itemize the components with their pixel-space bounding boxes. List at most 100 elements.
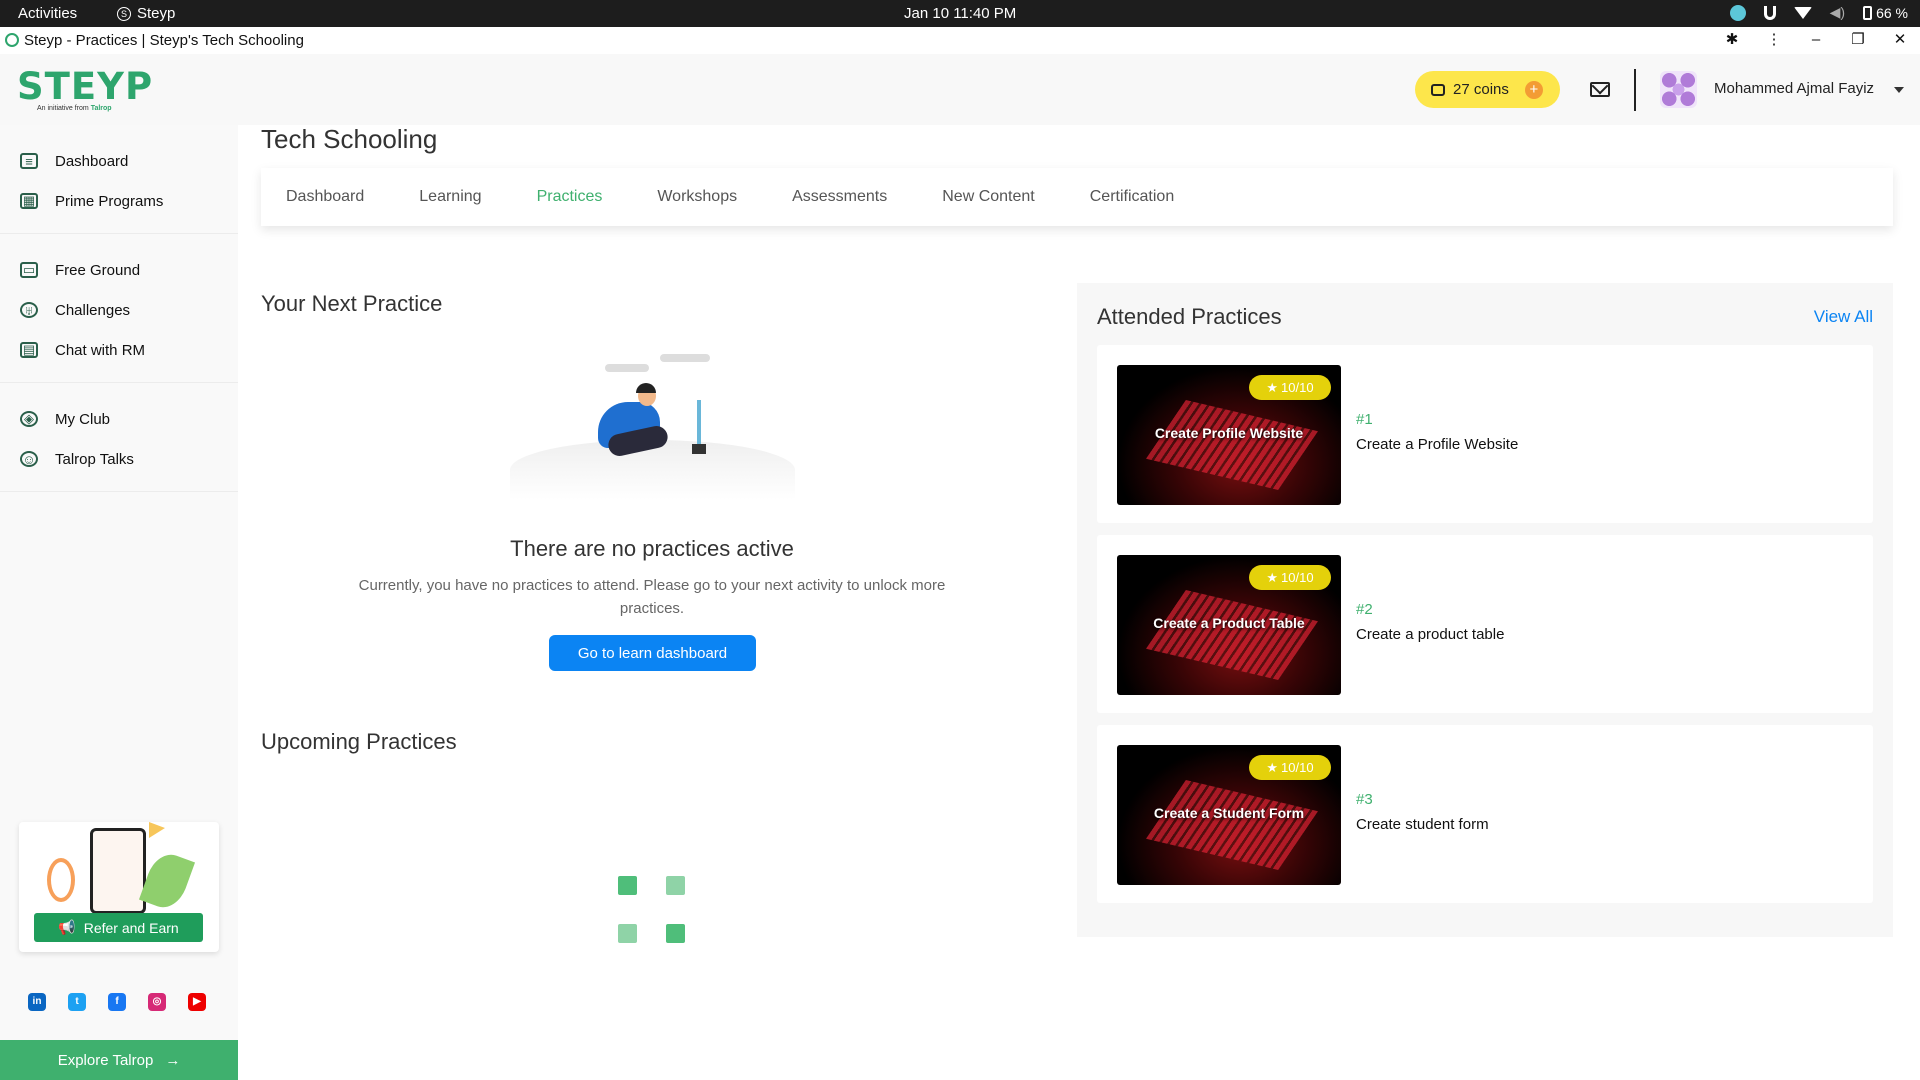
sidebar-item-my-club[interactable]: ◈ My Club: [0, 399, 238, 439]
app-name: Steyp: [137, 5, 176, 22]
wifi-icon[interactable]: [1793, 6, 1812, 19]
sidebar-item-challenges[interactable]: ♅ Challenges: [0, 290, 238, 330]
magnet-icon[interactable]: [1763, 5, 1776, 20]
rating-value: 10/10: [1281, 380, 1314, 395]
header-divider: [1634, 69, 1636, 111]
coins-icon: [1431, 83, 1445, 96]
keyboard-graphic: [1145, 590, 1319, 680]
battery-indicator[interactable]: 66 %: [1863, 5, 1908, 21]
refer-card[interactable]: 📢 Refer and Earn: [19, 822, 219, 952]
thumbnail-label: Create a Product Table: [1153, 615, 1305, 631]
practice-name[interactable]: Create a product table: [1356, 626, 1504, 643]
tab-new-content[interactable]: New Content: [942, 188, 1035, 206]
tabs-bar: Dashboard Learning Practices Workshops A…: [261, 168, 1893, 226]
app-header: STEYP An initiative from Talrop 27 coins…: [0, 54, 1920, 125]
sidebar-item-label: Dashboard: [55, 152, 129, 170]
system-tray[interactable]: ◀) 66 %: [1729, 4, 1908, 21]
explore-label: Explore Talrop: [57, 1051, 154, 1069]
dashboard-icon: ≡: [20, 153, 38, 169]
plant-illustration: [138, 848, 196, 914]
sidebar-item-label: Talrop Talks: [55, 450, 134, 468]
mail-icon[interactable]: [1590, 82, 1610, 97]
calendar-icon: ▦: [20, 193, 38, 209]
sidebar-item-label: My Club: [55, 410, 111, 428]
sidebar-item-prime-programs[interactable]: ▦ Prime Programs: [0, 181, 238, 221]
tab-learning[interactable]: Learning: [419, 188, 481, 206]
practice-card[interactable]: Create a Student Form ★ 10/10 #3 Create …: [1097, 725, 1873, 903]
explore-talrop-button[interactable]: Explore Talrop →: [0, 1040, 238, 1080]
extensions-icon[interactable]: ✱: [1722, 30, 1742, 48]
youtube-icon[interactable]: ▶: [188, 993, 206, 1011]
practice-number: #1: [1356, 411, 1373, 428]
volume-icon[interactable]: ◀): [1830, 4, 1845, 21]
sidebar-item-talrop-talks[interactable]: ☺ Talrop Talks: [0, 439, 238, 479]
arrow-right-icon: →: [165, 1051, 181, 1069]
cloud-shape: [660, 354, 710, 362]
go-to-learn-dashboard-button[interactable]: Go to learn dashboard: [549, 635, 756, 671]
coins-count: 27 coins: [1453, 81, 1509, 98]
facebook-icon[interactable]: f: [108, 993, 126, 1011]
empty-state-heading: There are no practices active: [510, 536, 794, 561]
rating-value: 10/10: [1281, 570, 1314, 585]
upcoming-practices-heading: Upcoming Practices: [261, 729, 457, 754]
tagline-prefix: An initiative from: [37, 105, 89, 112]
tab-practices[interactable]: Practices: [537, 188, 603, 206]
sidebar-item-label: Free Ground: [55, 261, 141, 279]
linkedin-icon[interactable]: in: [28, 993, 46, 1011]
coins-button[interactable]: 27 coins +: [1415, 71, 1560, 108]
sidebar: ≡ Dashboard ▦ Prime Programs ▭ Free Grou…: [0, 125, 238, 1080]
minimize-button[interactable]: –: [1806, 31, 1826, 48]
user-name[interactable]: Mohammed Ajmal Fayiz: [1714, 80, 1874, 97]
window-title: Steyp - Practices | Steyp's Tech Schooli…: [24, 32, 304, 49]
sidebar-item-label: Challenges: [55, 301, 131, 319]
tab-assessments[interactable]: Assessments: [792, 188, 887, 206]
practice-card[interactable]: Create Profile Website ★ 10/10 #1 Create…: [1097, 345, 1873, 523]
talks-icon: ☺: [20, 451, 38, 467]
practice-thumbnail[interactable]: Create a Product Table ★ 10/10: [1117, 555, 1341, 695]
practice-name[interactable]: Create student form: [1356, 816, 1489, 833]
practice-name[interactable]: Create a Profile Website: [1356, 436, 1518, 453]
sidebar-item-chat-with-rm[interactable]: ▤ Chat with RM: [0, 330, 238, 370]
sidebar-group: ≡ Dashboard ▦ Prime Programs: [0, 125, 238, 234]
attended-practices-panel: Attended Practices View All Create Profi…: [1077, 283, 1893, 937]
tagline-brand: Talrop: [90, 105, 112, 112]
clock[interactable]: Jan 10 11:40 PM: [904, 5, 1016, 22]
tab-workshops[interactable]: Workshops: [657, 188, 737, 206]
status-app-icon[interactable]: [1729, 4, 1746, 21]
practice-thumbnail[interactable]: Create Profile Website ★ 10/10: [1117, 365, 1341, 505]
menu-kebab-icon[interactable]: ⋮: [1764, 30, 1784, 48]
sidebar-item-dashboard[interactable]: ≡ Dashboard: [0, 141, 238, 181]
favicon-icon: [5, 33, 19, 47]
activities-button[interactable]: Activities: [18, 5, 77, 22]
view-all-link[interactable]: View All: [1814, 307, 1873, 327]
twitter-icon[interactable]: t: [68, 993, 86, 1011]
refer-and-earn-button[interactable]: 📢 Refer and Earn: [34, 913, 203, 942]
chevron-down-icon[interactable]: [1894, 87, 1904, 93]
star-icon: ★: [1266, 759, 1279, 775]
app-indicator[interactable]: S Steyp: [117, 5, 175, 22]
attended-practices-heading: Attended Practices: [1097, 304, 1282, 329]
plant-pot: [692, 444, 706, 454]
avatar[interactable]: [1660, 71, 1697, 108]
plant-stem: [697, 400, 701, 448]
sidebar-item-free-ground[interactable]: ▭ Free Ground: [0, 250, 238, 290]
restore-button[interactable]: ❐: [1848, 30, 1868, 48]
add-coins-icon[interactable]: +: [1524, 80, 1543, 99]
next-practice-heading: Your Next Practice: [261, 291, 443, 316]
logo-wordmark: STEYP: [17, 65, 154, 108]
steyp-logo[interactable]: STEYP An initiative from Talrop: [17, 65, 154, 112]
instagram-icon[interactable]: ◎: [148, 993, 166, 1011]
person-hair: [636, 383, 656, 393]
loader-square: [666, 924, 685, 943]
practice-card[interactable]: Create a Product Table ★ 10/10 #2 Create…: [1097, 535, 1873, 713]
close-button[interactable]: ✕: [1890, 30, 1910, 48]
sidebar-item-label: Prime Programs: [55, 192, 164, 210]
tab-certification[interactable]: Certification: [1090, 188, 1174, 206]
practice-thumbnail[interactable]: Create a Student Form ★ 10/10: [1117, 745, 1341, 885]
megaphone-icon: 📢: [58, 919, 76, 935]
thumbnail-label: Create a Student Form: [1153, 805, 1305, 821]
tab-dashboard[interactable]: Dashboard: [286, 188, 364, 206]
practice-number: #3: [1356, 791, 1373, 808]
trophy-icon: ♅: [20, 302, 38, 318]
browser-title-bar: Steyp - Practices | Steyp's Tech Schooli…: [0, 27, 1920, 54]
